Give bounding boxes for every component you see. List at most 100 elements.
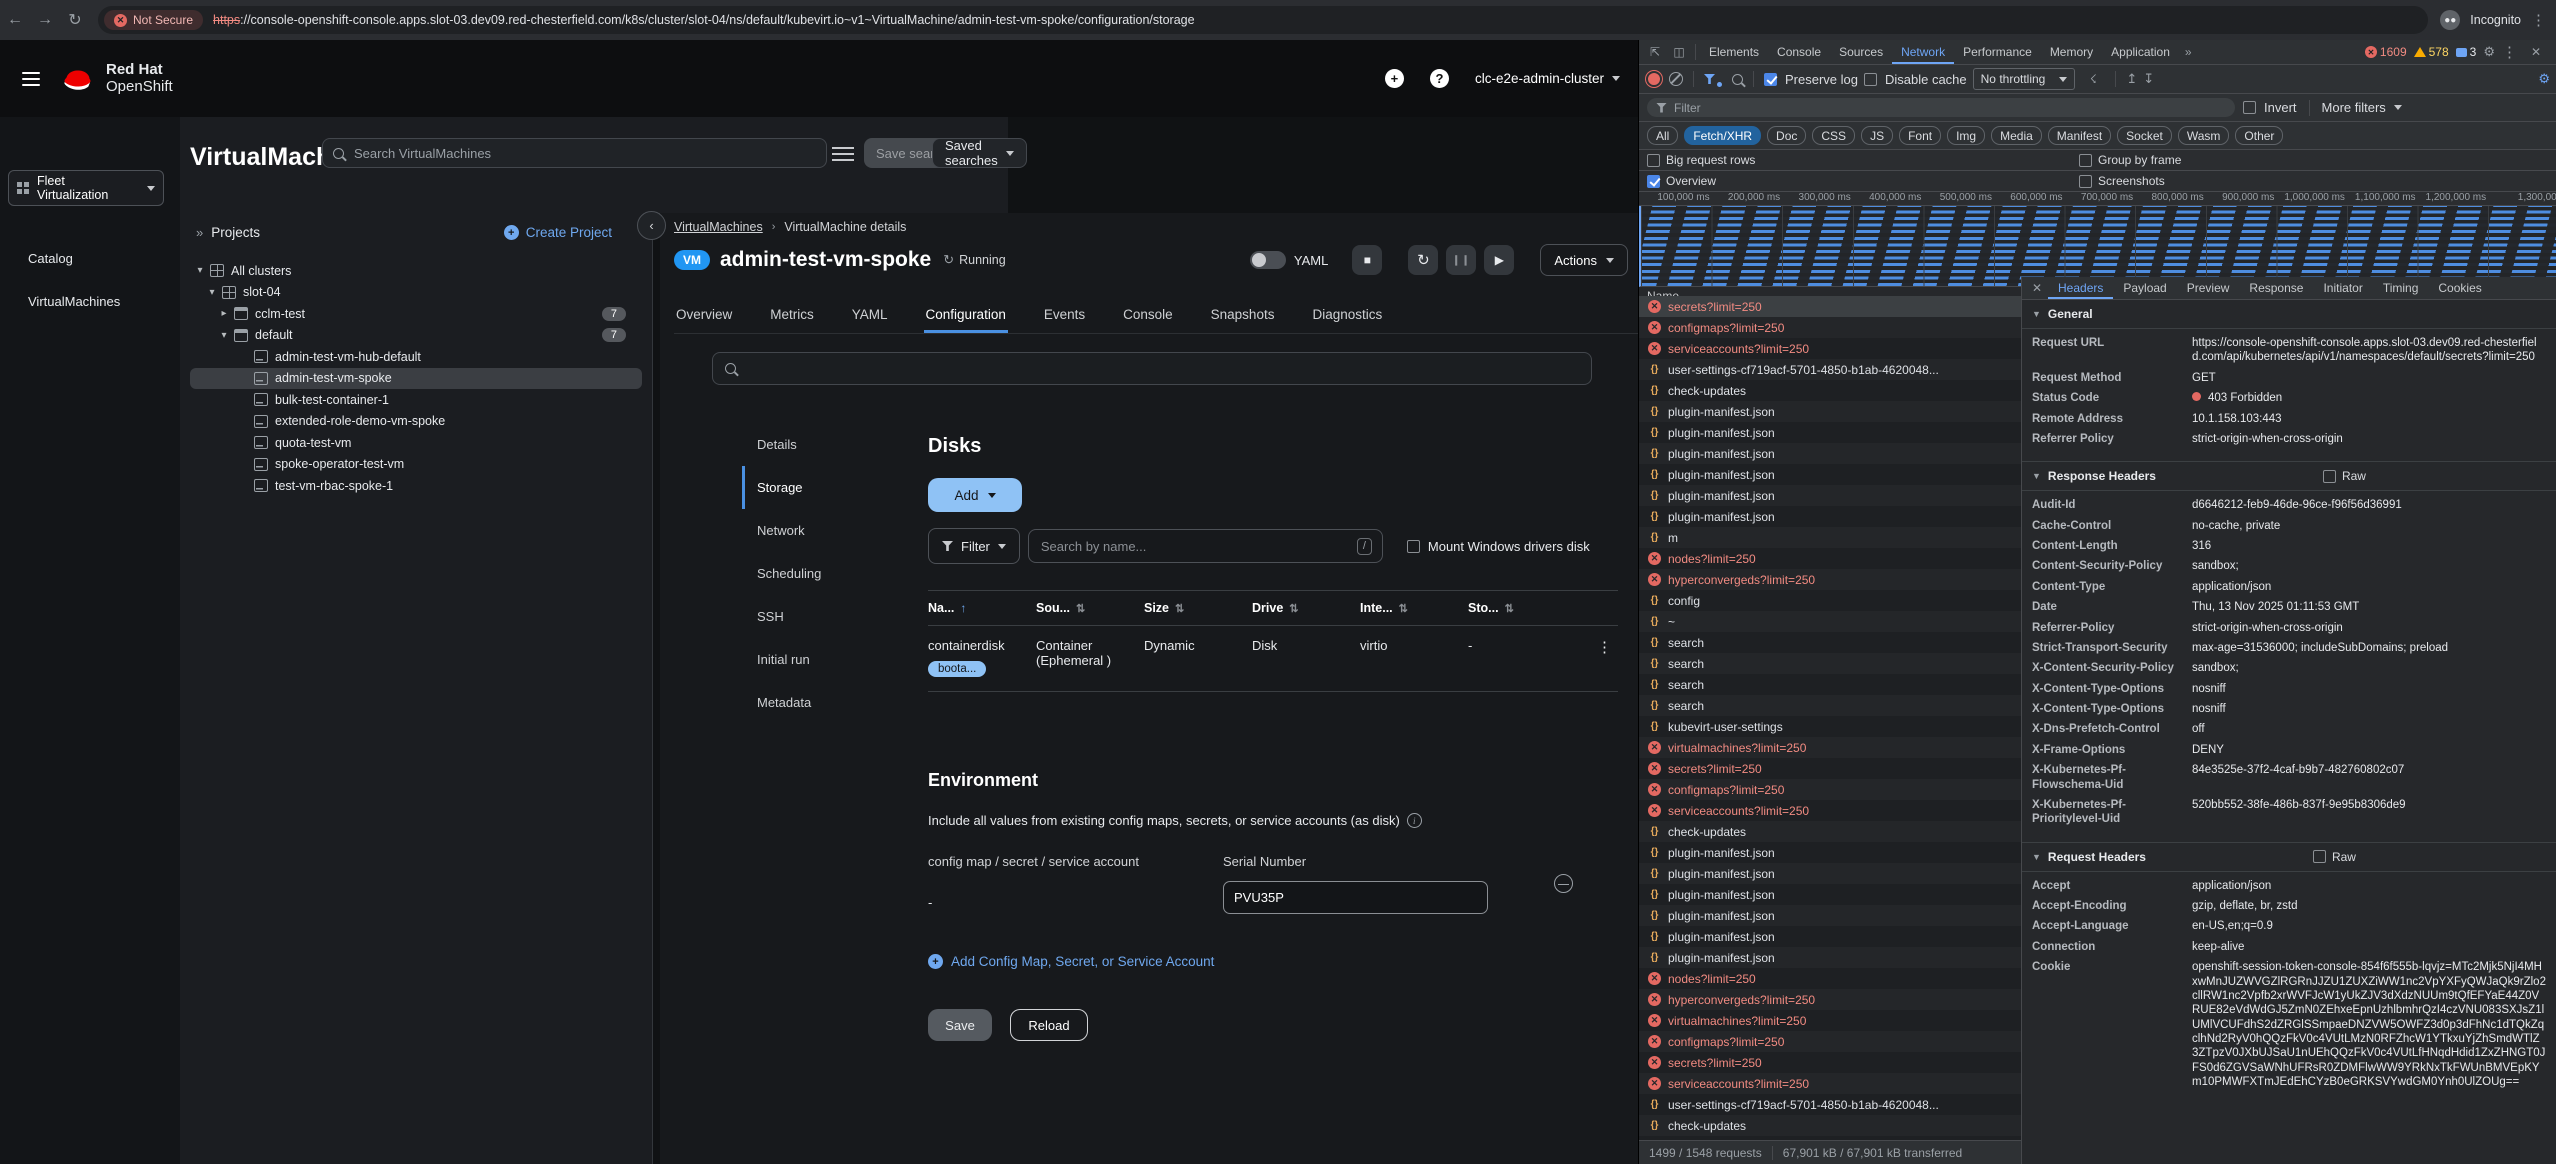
response-raw-checkbox[interactable]: [2323, 470, 2336, 483]
perspective-switcher[interactable]: Fleet Virtualization: [8, 170, 164, 206]
sort-icon[interactable]: ⇅: [1289, 602, 1298, 615]
tree-row[interactable]: extended-role-demo-vm-spoke: [190, 411, 642, 433]
filter-chip[interactable]: Socket: [2117, 126, 2172, 145]
detail-tab[interactable]: Headers: [2048, 278, 2113, 299]
reload-icon[interactable]: ↻: [60, 10, 90, 30]
vm-tab[interactable]: Overview: [674, 301, 734, 333]
network-request-row[interactable]: virtualmachines?limit=250: [1639, 737, 2021, 758]
subnav-item[interactable]: Network: [742, 509, 892, 552]
detail-tab[interactable]: Preview: [2177, 278, 2240, 299]
vm-tab[interactable]: Diagnostics: [1310, 301, 1384, 333]
tree-row[interactable]: ▸ cclm-test 7: [190, 303, 642, 325]
network-request-row[interactable]: configmaps?limit=250: [1639, 317, 2021, 338]
collapse-all-icon[interactable]: »: [196, 225, 203, 240]
vm-tab[interactable]: Configuration: [924, 301, 1008, 333]
subnav-item[interactable]: Details: [742, 423, 892, 466]
device-toolbar-icon[interactable]: ◫: [1667, 45, 1691, 59]
subnav-item[interactable]: Storage: [742, 466, 892, 509]
save-button[interactable]: Save: [928, 1009, 992, 1041]
network-request-row[interactable]: ~: [1639, 611, 2021, 632]
tree-caret-icon[interactable]: ▾: [218, 330, 230, 341]
network-request-row[interactable]: serviceaccounts?limit=250: [1639, 338, 2021, 359]
request-raw-toggle[interactable]: Raw: [2313, 850, 2356, 864]
network-request-row[interactable]: serviceaccounts?limit=250: [1639, 1073, 2021, 1094]
saved-searches-button[interactable]: Saved searches: [932, 138, 1027, 168]
network-request-row[interactable]: search: [1639, 695, 2021, 716]
network-settings-gear-icon[interactable]: ⚙: [2538, 71, 2550, 87]
pause-button[interactable]: ❙❙: [1446, 245, 1476, 275]
forward-icon[interactable]: →: [30, 11, 60, 29]
overview-checkbox[interactable]: [1647, 175, 1660, 188]
devtools-tab[interactable]: Memory: [2041, 41, 2102, 64]
network-request-row[interactable]: plugin-manifest.json: [1639, 422, 2021, 443]
filter-chip[interactable]: CSS: [1812, 126, 1855, 145]
column-header-size[interactable]: Size ⇅: [1144, 601, 1252, 615]
network-request-row[interactable]: user-settings-cf719acf-5701-4850-b1ab-46…: [1639, 1094, 2021, 1115]
panel-collapse-button[interactable]: ‹: [637, 211, 666, 240]
devtools-tab[interactable]: Application: [2102, 41, 2179, 64]
network-overview-graph[interactable]: [1639, 206, 2556, 287]
tree-caret-icon[interactable]: ▾: [206, 287, 218, 298]
vm-tab[interactable]: Events: [1042, 301, 1087, 333]
network-request-row[interactable]: nodes?limit=250: [1639, 548, 2021, 569]
network-request-row[interactable]: nodes?limit=250: [1639, 968, 2021, 989]
sort-icon[interactable]: ⇅: [1076, 602, 1085, 615]
filter-chip[interactable]: Other: [2235, 126, 2283, 145]
record-icon[interactable]: [1648, 73, 1660, 85]
detail-tab[interactable]: Initiator: [2313, 278, 2372, 299]
more-filters-dropdown[interactable]: More filters: [2322, 100, 2402, 115]
issues-count-badge[interactable]: 3: [2456, 45, 2477, 59]
filter-chip[interactable]: Img: [1947, 126, 1985, 145]
subnav-item[interactable]: Initial run: [742, 638, 892, 681]
export-har-icon[interactable]: ↧: [2143, 71, 2154, 87]
actions-dropdown[interactable]: Actions: [1540, 244, 1628, 276]
screenshots-option[interactable]: Screenshots: [2079, 174, 2165, 188]
devtools-tab[interactable]: Sources: [1830, 41, 1892, 64]
disable-cache-checkbox[interactable]: [1864, 73, 1877, 86]
cluster-selector[interactable]: clc-e2e-admin-cluster: [1475, 71, 1620, 86]
filter-toggle-icon[interactable]: [1704, 74, 1715, 84]
group-by-frame-checkbox[interactable]: [2079, 154, 2092, 167]
network-request-row[interactable]: virtualmachines?limit=250: [1639, 1010, 2021, 1031]
network-request-row[interactable]: plugin-manifest.json: [1639, 947, 2021, 968]
create-project-link[interactable]: + Create Project: [504, 225, 638, 240]
tree-row[interactable]: ▾ default 7: [190, 325, 642, 347]
network-request-row[interactable]: m: [1639, 527, 2021, 548]
stop-button[interactable]: ■: [1352, 245, 1382, 275]
column-header-source[interactable]: Sou... ⇅: [1036, 601, 1144, 615]
column-header-interface[interactable]: Inte... ⇅: [1360, 601, 1468, 615]
preserve-log-row[interactable]: Preserve log: [1764, 72, 1858, 87]
general-section-header[interactable]: ▼ General: [2022, 300, 2556, 329]
filter-chip[interactable]: Manifest: [2048, 126, 2111, 145]
mount-windows-checkbox-row[interactable]: Mount Windows drivers disk: [1407, 539, 1590, 554]
network-request-row[interactable]: secrets?limit=250: [1639, 1052, 2021, 1073]
network-request-row[interactable]: kubevirt-user-settings: [1639, 716, 2021, 737]
nav-toggle-icon[interactable]: [22, 68, 40, 90]
tree-row[interactable]: bulk-test-container-1: [190, 389, 642, 411]
throttling-select[interactable]: No throttling: [1973, 68, 2076, 90]
more-tabs-icon[interactable]: »: [2179, 45, 2198, 59]
network-filter-input[interactable]: Filter: [1647, 98, 2235, 117]
network-request-row[interactable]: plugin-manifest.json: [1639, 863, 2021, 884]
detail-tab[interactable]: Timing: [2373, 278, 2429, 299]
close-icon[interactable]: ✕: [2026, 281, 2048, 295]
network-request-row[interactable]: plugin-manifest.json: [1639, 926, 2021, 947]
row-kebab-icon[interactable]: ⋮: [1597, 638, 1618, 656]
clear-icon[interactable]: [1669, 72, 1683, 86]
devtools-tab[interactable]: Elements: [1700, 41, 1768, 64]
network-request-row[interactable]: search: [1639, 674, 2021, 695]
preserve-log-checkbox[interactable]: [1764, 73, 1777, 86]
big-request-rows-checkbox[interactable]: [1647, 154, 1660, 167]
devtools-tab[interactable]: Performance: [1954, 41, 2041, 64]
sort-icon[interactable]: ⇅: [1505, 602, 1514, 615]
back-icon[interactable]: ←: [0, 11, 30, 29]
disable-cache-row[interactable]: Disable cache: [1864, 72, 1967, 87]
tree-row[interactable]: test-vm-rbac-spoke-1: [190, 475, 642, 497]
network-request-row[interactable]: plugin-manifest.json: [1639, 401, 2021, 422]
configuration-search-box[interactable]: [712, 352, 1592, 385]
tree-row[interactable]: ▾ slot-04: [190, 282, 642, 304]
network-request-row[interactable]: serviceaccounts?limit=250: [1639, 800, 2021, 821]
tree-caret-icon[interactable]: ▾: [194, 265, 206, 276]
subnav-item[interactable]: Scheduling: [742, 552, 892, 595]
filter-dropdown[interactable]: Filter: [928, 528, 1020, 564]
